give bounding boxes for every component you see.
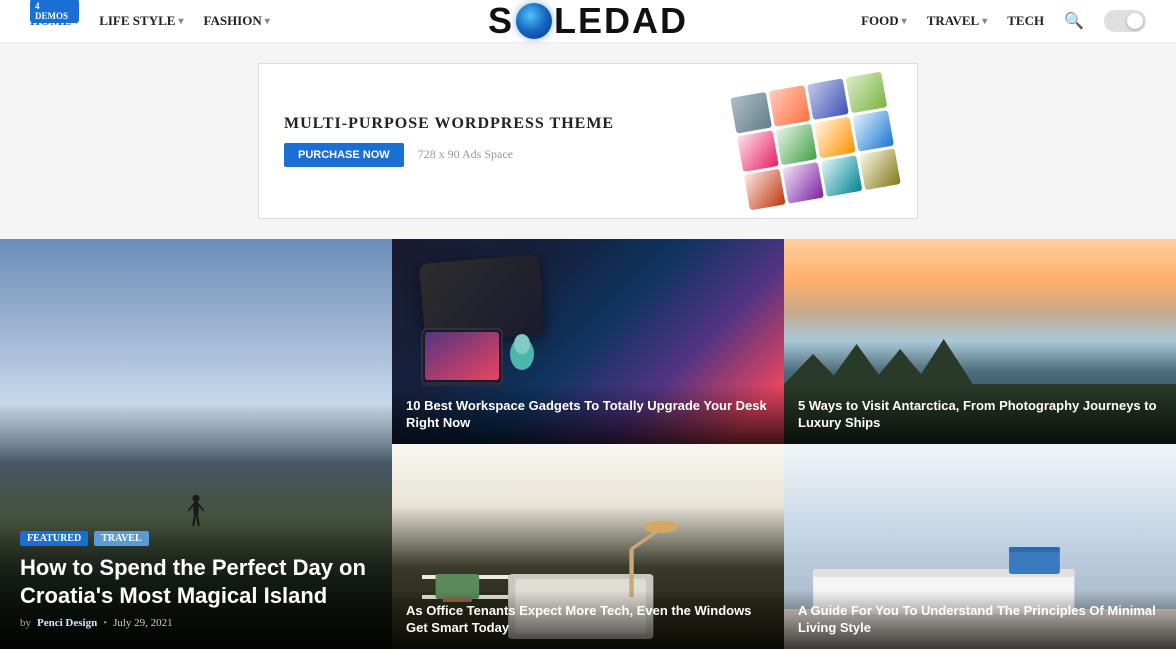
nav-lifestyle-label: LIFE STYLE <box>99 13 175 29</box>
ad-inner: MULTI-PURPOSE WORDPRESS THEME PURCHASE N… <box>258 63 918 219</box>
article-croatia-author[interactable]: Penci Design <box>37 617 97 629</box>
ad-image-7 <box>814 117 856 159</box>
article-croatia-meta: by Penci Design • July 29, 2021 <box>20 617 372 629</box>
nav-home[interactable]: 4 DEMOS HOME ▾ <box>30 13 79 29</box>
ad-space-label: 728 x 90 Ads Space <box>418 147 513 161</box>
ad-image-8 <box>852 110 894 152</box>
ad-image-9 <box>744 169 786 211</box>
chevron-down-icon: ▾ <box>178 16 183 27</box>
nav-travel[interactable]: TRAVEL ▾ <box>927 13 988 29</box>
ad-image-12 <box>859 148 901 190</box>
article-office-title: As Office Tenants Expect More Tech, Even… <box>406 602 770 637</box>
ad-image-11 <box>821 155 863 197</box>
article-croatia[interactable]: Featured Travel How to Spend the Perfect… <box>0 239 392 649</box>
article-antarctica[interactable]: 5 Ways to Visit Antarctica, From Photogr… <box>784 239 1176 444</box>
article-gadgets-title: 10 Best Workspace Gadgets To Totally Upg… <box>406 397 770 432</box>
ad-text: MULTI-PURPOSE WORDPRESS THEME PURCHASE N… <box>284 115 614 167</box>
nav-travel-label: TRAVEL <box>927 13 980 29</box>
nav-left: 4 DEMOS HOME ▾ LIFE STYLE ▾ FASHION ▾ <box>30 13 270 29</box>
ad-image-2 <box>769 85 811 127</box>
content-grid: Featured Travel How to Spend the Perfect… <box>0 239 1176 649</box>
logo-text-s: S <box>488 0 514 42</box>
nav-tech-label: TECH <box>1007 13 1044 29</box>
logo-text-ledad: LEDAD <box>554 0 688 42</box>
demos-badge: 4 DEMOS <box>30 0 79 23</box>
purchase-button[interactable]: PURCHASE NOW <box>284 143 404 167</box>
chevron-down-icon: ▾ <box>265 16 270 27</box>
ad-images <box>730 72 900 211</box>
nav-food-label: FOOD <box>861 13 899 29</box>
nav-right: FOOD ▾ TRAVEL ▾ TECH 🔍 <box>861 10 1146 32</box>
article-croatia-date: July 29, 2021 <box>113 617 173 629</box>
ad-image-5 <box>737 130 779 172</box>
article-antarctica-overlay: 5 Ways to Visit Antarctica, From Photogr… <box>784 385 1176 444</box>
nav-lifestyle[interactable]: LIFE STYLE ▾ <box>99 13 183 29</box>
logo-globe-icon <box>516 3 552 39</box>
article-gadgets-overlay: 10 Best Workspace Gadgets To Totally Upg… <box>392 385 784 444</box>
article-croatia-overlay: Featured Travel How to Spend the Perfect… <box>0 515 392 649</box>
nav-tech[interactable]: TECH <box>1007 13 1044 29</box>
ad-image-10 <box>782 162 824 204</box>
meta-by-label: by <box>20 617 31 629</box>
tag-travel[interactable]: Travel <box>94 531 148 546</box>
article-living-title: A Guide For You To Understand The Princi… <box>798 602 1162 637</box>
chevron-down-icon: ▾ <box>902 16 907 27</box>
ad-image-4 <box>845 72 887 114</box>
article-office-overlay: As Office Tenants Expect More Tech, Even… <box>392 590 784 649</box>
article-gadgets[interactable]: 10 Best Workspace Gadgets To Totally Upg… <box>392 239 784 444</box>
ad-image-1 <box>730 92 772 134</box>
article-antarctica-title: 5 Ways to Visit Antarctica, From Photogr… <box>798 397 1162 432</box>
ad-image-6 <box>775 124 817 166</box>
ad-banner: MULTI-PURPOSE WORDPRESS THEME PURCHASE N… <box>0 43 1176 239</box>
tag-featured[interactable]: Featured <box>20 531 88 546</box>
search-icon[interactable]: 🔍 <box>1064 11 1084 31</box>
meta-dot: • <box>103 617 107 629</box>
article-tags: Featured Travel <box>20 531 372 546</box>
nav-fashion[interactable]: FASHION ▾ <box>203 13 269 29</box>
article-office[interactable]: As Office Tenants Expect More Tech, Even… <box>392 444 784 649</box>
site-logo[interactable]: S LEDAD <box>488 0 688 42</box>
nav-fashion-label: FASHION <box>203 13 261 29</box>
article-living[interactable]: A Guide For You To Understand The Princi… <box>784 444 1176 649</box>
ad-headline: MULTI-PURPOSE WORDPRESS THEME <box>284 115 614 133</box>
article-croatia-title: How to Spend the Perfect Day on Croatia'… <box>20 554 372 611</box>
article-living-overlay: A Guide For You To Understand The Princi… <box>784 590 1176 649</box>
nav-food[interactable]: FOOD ▾ <box>861 13 907 29</box>
theme-toggle[interactable] <box>1104 10 1146 32</box>
ad-image-3 <box>807 78 849 120</box>
site-header: 4 DEMOS HOME ▾ LIFE STYLE ▾ FASHION ▾ S … <box>0 0 1176 43</box>
chevron-down-icon: ▾ <box>982 16 987 27</box>
